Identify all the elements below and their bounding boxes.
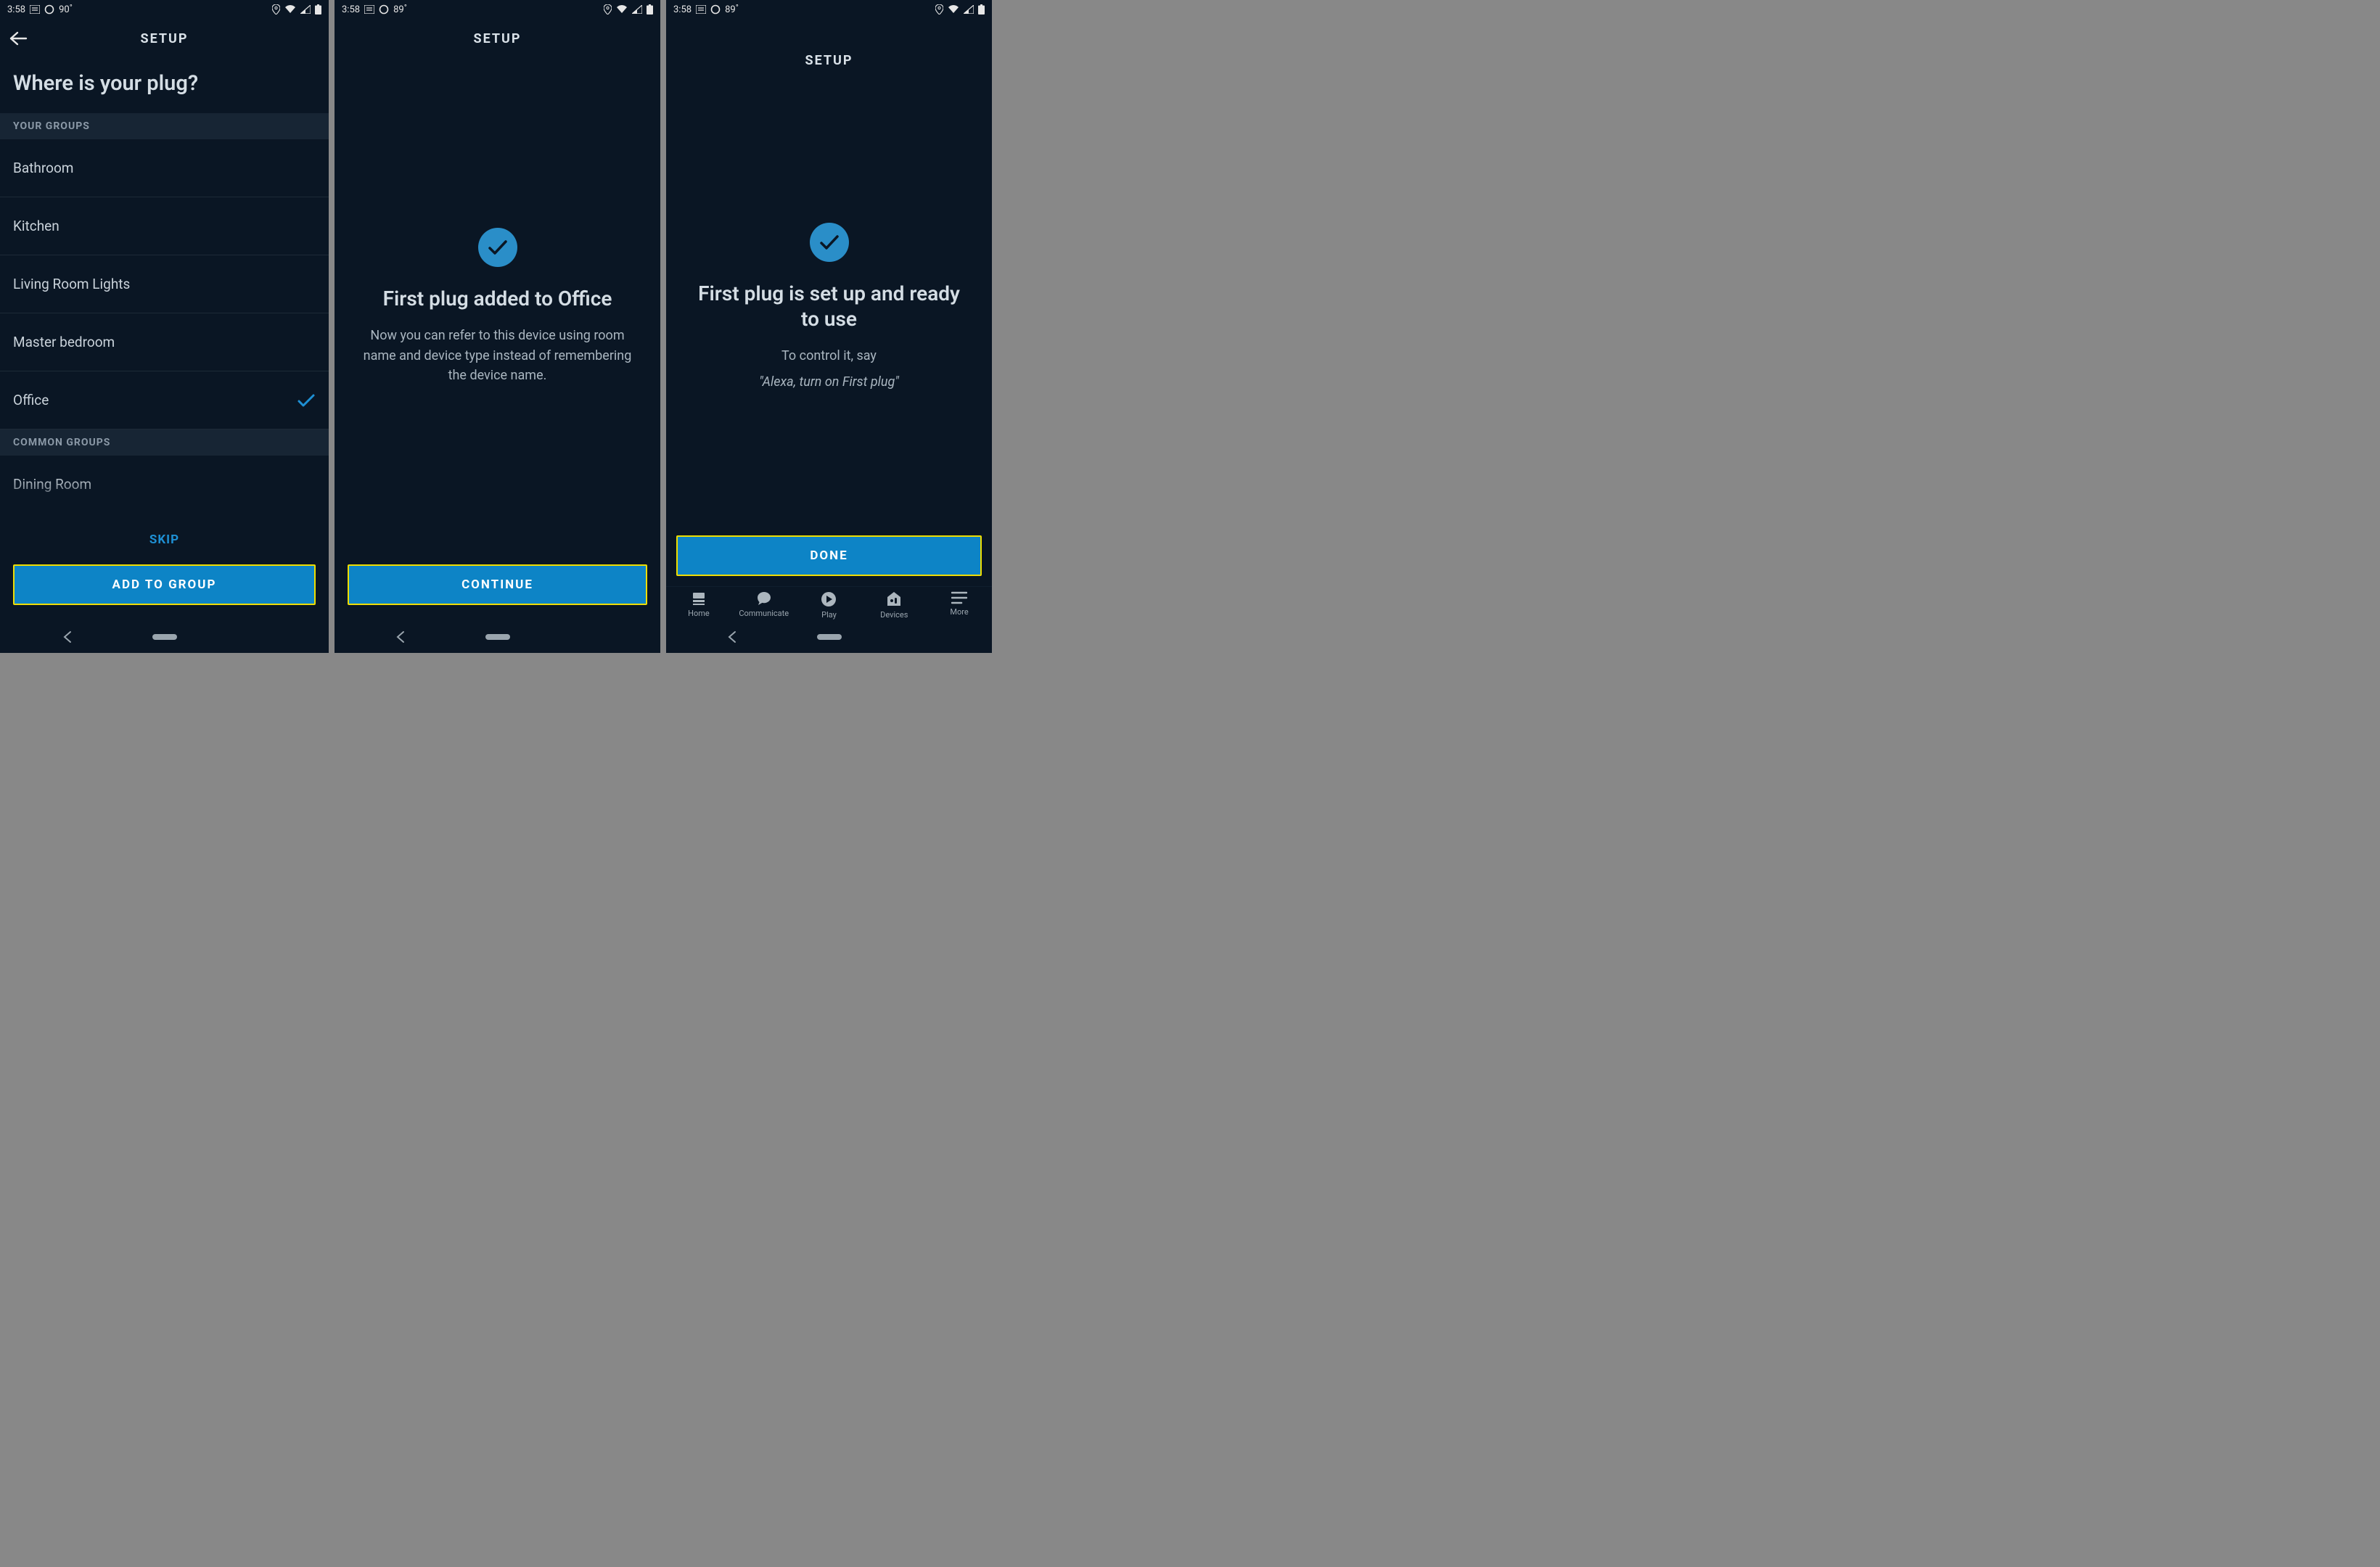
- android-home-pill[interactable]: [152, 634, 177, 640]
- app-bottom-nav: Home Communicate Play Devices More: [666, 586, 992, 621]
- screen-added-confirm: 3:58 89° SETUP First plug added to Offic…: [335, 0, 660, 653]
- done-button[interactable]: DONE: [676, 535, 982, 576]
- status-temp: 89°: [393, 4, 407, 15]
- status-bar: 3:58 89°: [666, 0, 992, 19]
- notification-card-icon: [364, 5, 374, 14]
- hamburger-icon: [951, 591, 967, 604]
- status-time: 3:58: [673, 4, 692, 15]
- wifi-icon: [284, 5, 296, 14]
- devices-icon: [886, 591, 902, 607]
- page-heading: Where is your plug?: [0, 58, 329, 113]
- section-common-groups: COMMON GROUPS: [0, 429, 329, 456]
- screen-choose-group: 3:58 90° SETUP Where is your plug? YOUR …: [0, 0, 329, 653]
- complete-sub2: "Alexa, turn on First plug": [759, 372, 899, 392]
- confirm-sub: Now you can refer to this device using r…: [356, 326, 639, 387]
- confirm-title: First plug added to Office: [383, 286, 612, 311]
- nav-communicate[interactable]: Communicate: [731, 591, 797, 620]
- nav-more[interactable]: More: [927, 591, 992, 620]
- status-temp: 89°: [725, 4, 739, 15]
- android-home-pill[interactable]: [817, 634, 842, 640]
- notification-card-icon: [696, 5, 706, 14]
- status-time: 3:58: [342, 4, 360, 15]
- complete-block: First plug is set up and ready to use To…: [666, 80, 992, 535]
- success-check-icon: [478, 228, 517, 267]
- group-item-kitchen[interactable]: Kitchen: [0, 197, 329, 255]
- battery-icon: [315, 4, 321, 15]
- nav-label: Home: [688, 609, 710, 618]
- app-header: SETUP: [335, 19, 660, 58]
- success-check-icon: [810, 223, 849, 262]
- complete-sub1: To control it, say: [781, 346, 877, 366]
- group-item-label: Office: [13, 392, 49, 408]
- android-back-icon[interactable]: [62, 630, 73, 643]
- nav-play[interactable]: Play: [797, 591, 862, 620]
- screen-setup-complete: 3:58 89° SETUP First plug is set up and …: [666, 0, 992, 653]
- add-to-group-button[interactable]: ADD TO GROUP: [13, 564, 316, 605]
- battery-icon: [647, 4, 653, 15]
- location-icon: [604, 4, 612, 15]
- group-item-bathroom[interactable]: Bathroom: [0, 139, 329, 197]
- location-icon: [935, 4, 943, 15]
- speech-bubble-icon: [756, 591, 772, 606]
- status-temp: 90°: [59, 4, 73, 15]
- signal-icon: [632, 5, 642, 14]
- skip-button[interactable]: SKIP: [0, 519, 329, 556]
- nav-label: Communicate: [739, 609, 789, 618]
- signal-icon: [300, 5, 311, 14]
- group-list[interactable]: Bathroom Kitchen Living Room Lights Mast…: [0, 139, 329, 519]
- android-home-pill[interactable]: [485, 634, 510, 640]
- nav-label: Devices: [880, 610, 908, 620]
- complete-title: First plug is set up and ready to use: [688, 281, 970, 332]
- battery-icon: [978, 4, 985, 15]
- group-item-label: Bathroom: [13, 160, 73, 176]
- status-time: 3:58: [7, 4, 25, 15]
- group-item-master-bedroom[interactable]: Master bedroom: [0, 313, 329, 371]
- header-title: SETUP: [140, 31, 188, 46]
- group-item-label: Master bedroom: [13, 334, 115, 350]
- android-back-icon[interactable]: [395, 630, 406, 643]
- app-header: SETUP: [666, 19, 992, 80]
- wifi-icon: [616, 5, 628, 14]
- nav-label: Play: [821, 610, 837, 620]
- alexa-ring-icon: [710, 4, 721, 15]
- group-item-dining-room[interactable]: Dining Room: [0, 456, 329, 513]
- alexa-ring-icon: [44, 4, 54, 15]
- group-item-label: Dining Room: [13, 476, 91, 493]
- section-your-groups: YOUR GROUPS: [0, 113, 329, 139]
- group-item-label: Living Room Lights: [13, 276, 130, 292]
- status-bar: 3:58 89°: [335, 0, 660, 19]
- android-nav-bar: [0, 621, 329, 653]
- app-header: SETUP: [0, 19, 329, 58]
- alexa-ring-icon: [379, 4, 389, 15]
- nav-label: More: [950, 607, 968, 617]
- confirm-block: First plug added to Office Now you can r…: [335, 58, 660, 556]
- signal-icon: [964, 5, 974, 14]
- wifi-icon: [948, 5, 959, 14]
- android-back-icon[interactable]: [727, 630, 737, 643]
- nav-devices[interactable]: Devices: [861, 591, 927, 620]
- checkmark-icon: [297, 393, 316, 408]
- android-nav-bar: [335, 621, 660, 653]
- group-item-office[interactable]: Office: [0, 371, 329, 429]
- location-icon: [272, 4, 280, 15]
- group-item-living-room[interactable]: Living Room Lights: [0, 255, 329, 313]
- status-bar: 3:58 90°: [0, 0, 329, 19]
- continue-button[interactable]: CONTINUE: [348, 564, 647, 605]
- notification-card-icon: [30, 5, 40, 14]
- android-nav-bar: [666, 621, 992, 653]
- home-icon: [691, 591, 707, 606]
- header-title: SETUP: [473, 31, 521, 46]
- play-icon: [821, 591, 837, 607]
- nav-home[interactable]: Home: [666, 591, 731, 620]
- group-item-label: Kitchen: [13, 218, 60, 234]
- back-arrow-icon[interactable]: [9, 31, 28, 46]
- header-title: SETUP: [805, 53, 853, 68]
